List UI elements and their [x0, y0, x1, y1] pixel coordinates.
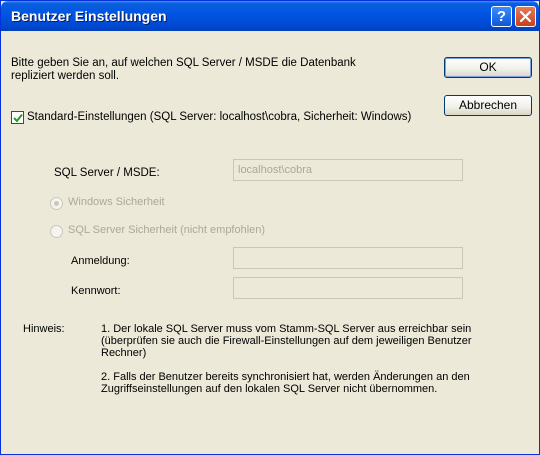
checkmark-icon	[13, 113, 23, 123]
server-label: SQL Server / MSDE:	[54, 167, 160, 179]
windows-security-radio[interactable]	[50, 197, 63, 210]
help-icon: ?	[496, 8, 507, 25]
cancel-button[interactable]: Abbrechen	[444, 95, 532, 116]
dialog-body: Bitte geben Sie an, auf welchen SQL Serv…	[1, 31, 539, 454]
hint-label: Hinweis:	[23, 323, 65, 335]
sql-security-label[interactable]: SQL Server Sicherheit (nicht empfohlen)	[68, 224, 265, 236]
sql-security-radio[interactable]	[50, 225, 63, 238]
close-button[interactable]	[515, 6, 536, 27]
standard-settings-checkbox[interactable]	[11, 111, 24, 124]
title-bar[interactable]: Benutzer Einstellungen ?	[1, 1, 539, 31]
radio-selected-dot	[54, 201, 59, 206]
server-input[interactable]: localhost\cobra	[233, 159, 463, 181]
password-label: Kennwort:	[71, 285, 121, 297]
standard-settings-label[interactable]: Standard-Einstellungen (SQL Server: loca…	[27, 111, 417, 124]
ok-button[interactable]: OK	[444, 57, 532, 78]
intro-text: Bitte geben Sie an, auf welchen SQL Serv…	[11, 57, 356, 82]
hint-note-1: 1. Der lokale SQL Server muss vom Stamm-…	[101, 323, 472, 359]
close-icon	[520, 11, 531, 22]
password-input[interactable]	[233, 277, 463, 299]
help-button[interactable]: ?	[491, 6, 512, 27]
window-title: Benutzer Einstellungen	[11, 8, 167, 24]
login-input[interactable]	[233, 247, 463, 269]
dialog-window: Benutzer Einstellungen ? Bitte geben Sie…	[0, 0, 540, 455]
windows-security-label[interactable]: Windows Sicherheit	[68, 196, 165, 208]
login-label: Anmeldung:	[71, 255, 130, 267]
hint-note-2: 2. Falls der Benutzer bereits synchronis…	[101, 371, 470, 395]
